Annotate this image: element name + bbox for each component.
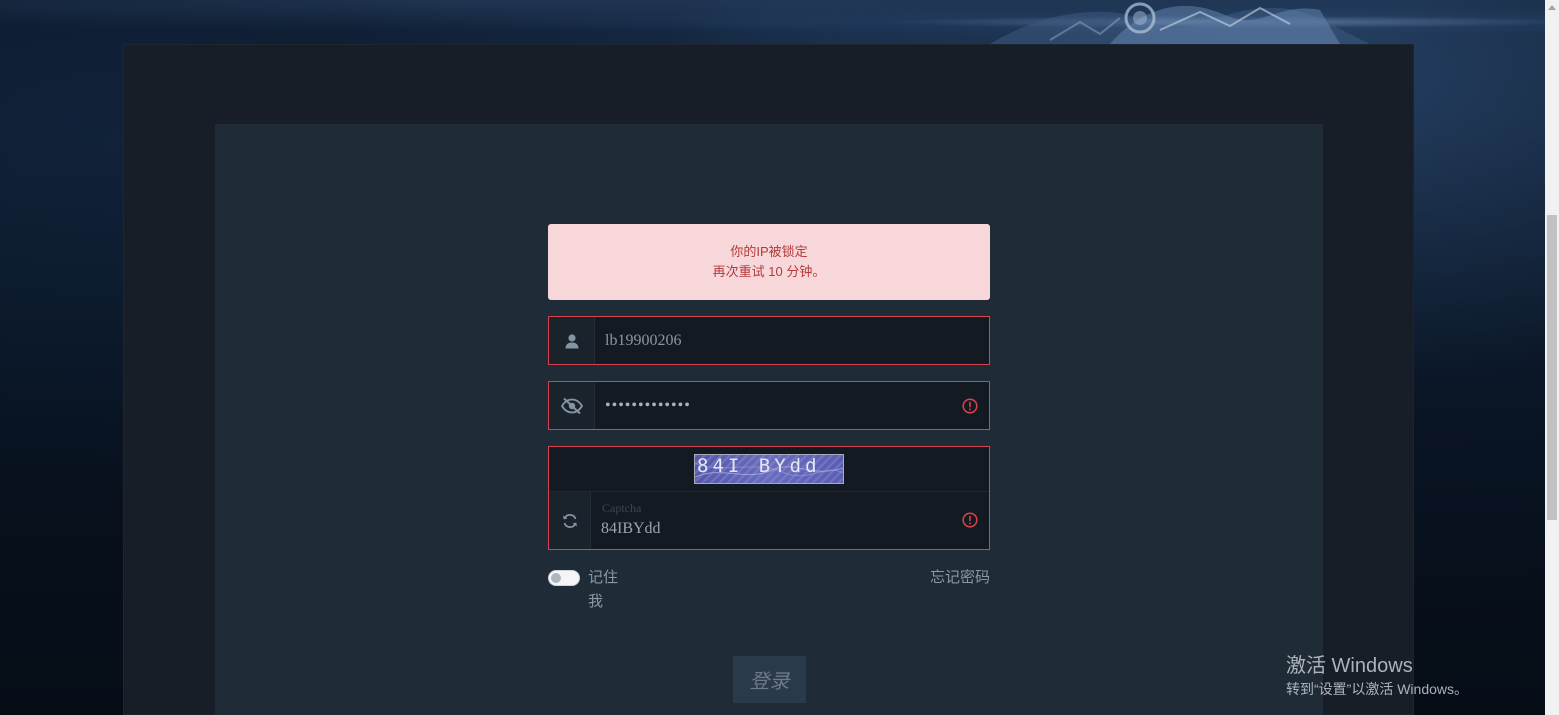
- captcha-field-group: 84I BYdd Captcha: [548, 446, 990, 550]
- password-field-group: [548, 381, 990, 430]
- username-input[interactable]: [595, 317, 989, 364]
- remember-me-label[interactable]: 记住我: [588, 566, 624, 614]
- password-input[interactable]: [595, 382, 989, 429]
- remember-me-toggle[interactable]: [548, 570, 580, 586]
- vertical-scrollbar[interactable]: [1545, 0, 1559, 715]
- alert-line-1: 你的IP被锁定: [730, 244, 808, 259]
- captcha-image-row: 84I BYdd: [549, 447, 989, 492]
- watermark-title: 激活 Windows: [1286, 655, 1413, 677]
- exclamation-circle-icon: [962, 512, 978, 528]
- login-button[interactable]: 登录: [733, 656, 806, 703]
- captcha-input[interactable]: [601, 518, 901, 540]
- captcha-input-row: Captcha: [549, 492, 989, 549]
- captcha-label: Captcha: [602, 501, 642, 515]
- user-icon: [549, 317, 595, 364]
- exclamation-circle-icon: [962, 398, 978, 414]
- dragon-art: [990, 2, 1370, 44]
- captcha-image[interactable]: 84I BYdd: [694, 454, 844, 484]
- windows-activation-watermark: 激活 Windows 转到“设置”以激活 Windows。: [1286, 653, 1468, 699]
- captcha-image-text: 84I BYdd: [697, 455, 821, 477]
- forgot-password-link[interactable]: 忘记密码: [900, 566, 990, 590]
- toggle-knob: [551, 573, 561, 583]
- scroll-up-arrow-icon[interactable]: [1545, 0, 1559, 14]
- username-field-group: [548, 316, 990, 365]
- scrollbar-thumb[interactable]: [1547, 215, 1557, 520]
- watermark-subtitle: 转到“设置”以激活 Windows。: [1286, 681, 1469, 697]
- alert-line-2: 再次重试 10 分钟。: [712, 264, 826, 279]
- remember-me: 记住我: [548, 566, 638, 616]
- refresh-icon[interactable]: [549, 492, 591, 549]
- ip-locked-alert: 你的IP被锁定 再次重试 10 分钟。: [548, 224, 990, 300]
- background-art: [0, 0, 1545, 44]
- eye-slash-icon[interactable]: [549, 382, 595, 429]
